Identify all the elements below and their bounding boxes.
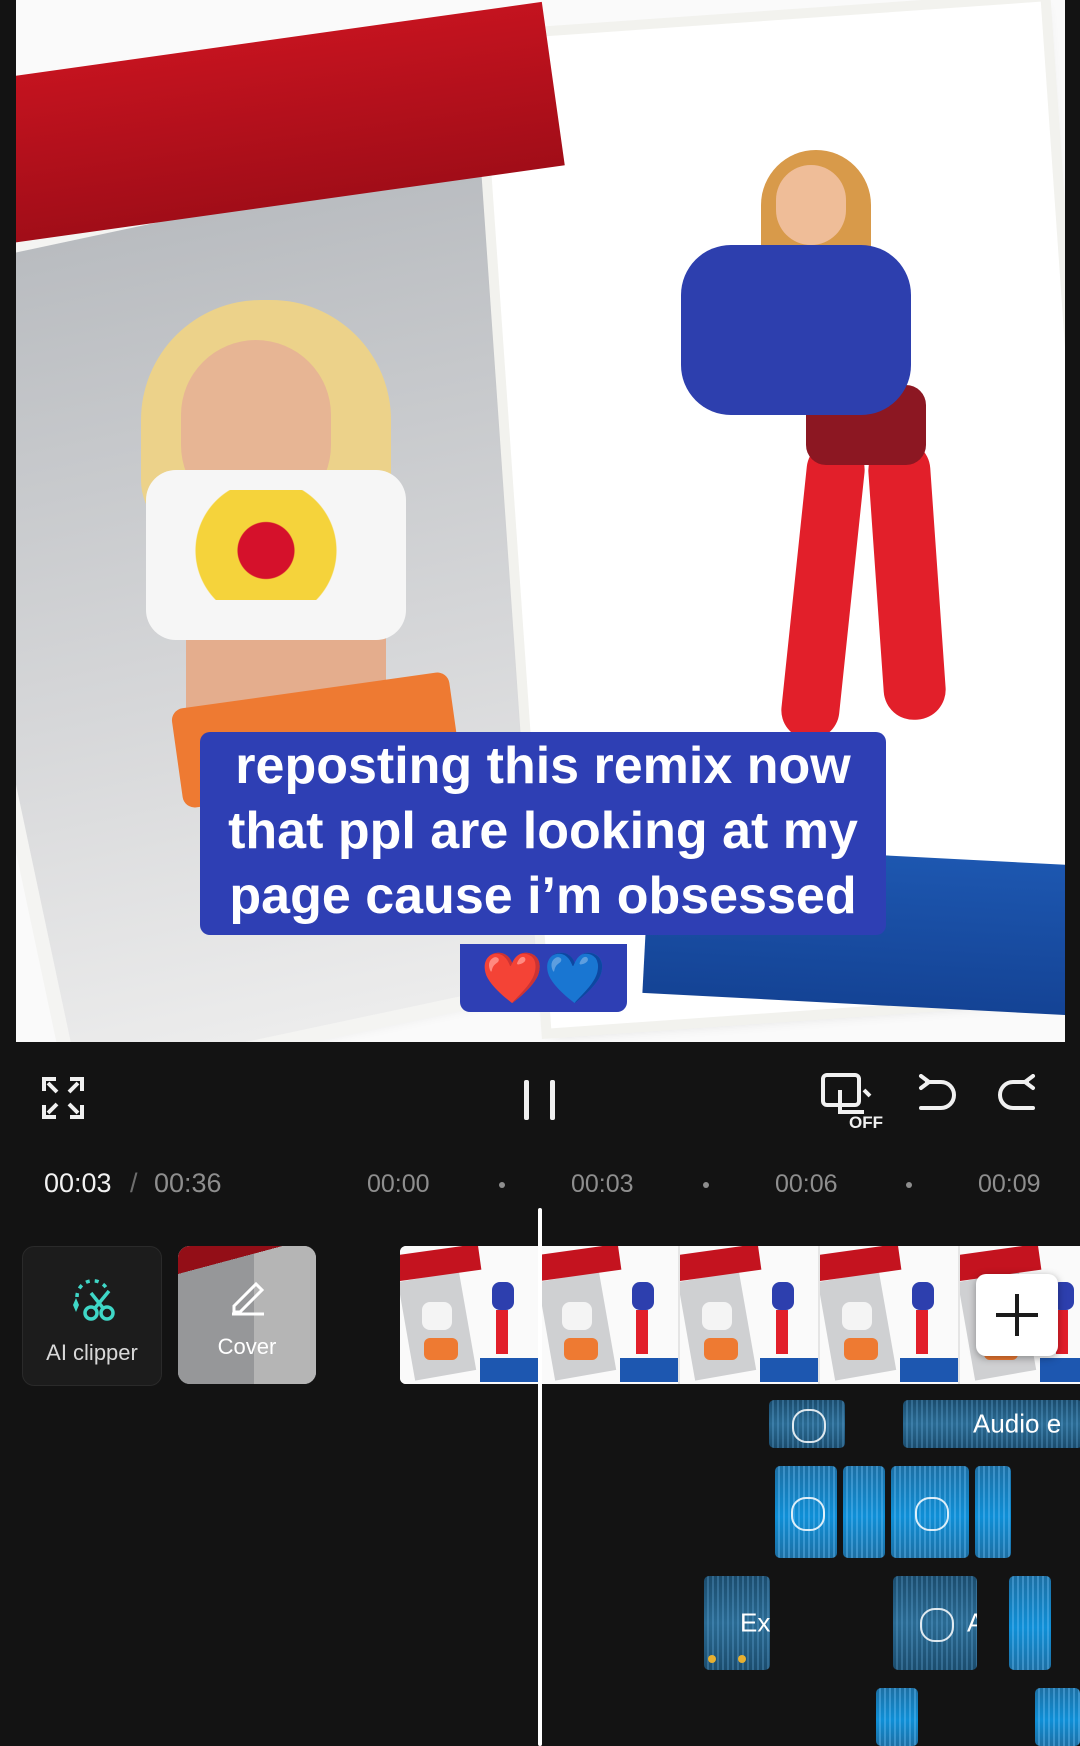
add-clip-button[interactable] — [976, 1274, 1058, 1356]
current-time: 00:03 — [44, 1168, 112, 1198]
caption-line: reposting this remix now — [235, 737, 851, 795]
player-controls: OFF — [0, 1042, 1080, 1157]
pause-icon[interactable] — [520, 1078, 560, 1122]
audio-clip[interactable] — [1035, 1688, 1080, 1746]
ai-clipper-scissors-icon — [73, 1279, 115, 1321]
clip-markers — [708, 1650, 768, 1668]
video-frame-thumbnail — [820, 1246, 960, 1384]
caption-line: page cause i’m obsessed — [229, 867, 857, 925]
ai-clipper-button[interactable]: AI clipper — [22, 1246, 162, 1386]
audio-clip[interactable]: Audio e — [903, 1400, 1080, 1448]
audio-clip-label: A — [967, 1607, 977, 1638]
cover-label: Cover — [217, 1334, 277, 1359]
audio-clip[interactable]: A — [893, 1576, 977, 1670]
undo-icon[interactable] — [915, 1074, 957, 1120]
ruler-tick-label: 00:09 — [978, 1170, 1041, 1198]
total-duration: 00:36 — [154, 1168, 222, 1198]
time-separator: / — [130, 1168, 138, 1198]
audio-clip-label: Ex — [740, 1607, 770, 1638]
audio-wave-icon — [792, 1409, 826, 1443]
audio-clip[interactable] — [775, 1466, 837, 1558]
ruler-tick-label: 00:06 — [775, 1170, 838, 1198]
audio-wave-icon — [920, 1608, 954, 1642]
cover-button[interactable]: Cover — [178, 1246, 316, 1384]
audio-clip-label: Audio e — [973, 1408, 1062, 1439]
audio-clip[interactable] — [769, 1400, 845, 1448]
audio-clip[interactable] — [1009, 1576, 1051, 1670]
expand-icon[interactable] — [40, 1075, 86, 1121]
ruler-dot — [906, 1182, 912, 1188]
audio-clip-extract[interactable]: Ex — [704, 1576, 770, 1670]
edit-pencil-icon — [232, 1281, 265, 1316]
caption-line: that ppl are looking at my — [228, 802, 858, 860]
video-frame-thumbnail — [680, 1246, 820, 1384]
ai-clipper-label: AI clipper — [46, 1340, 138, 1365]
keyframe-off-icon[interactable]: OFF — [820, 1072, 890, 1132]
caption-text-overlay[interactable]: reposting this remix now that ppl are lo… — [200, 732, 886, 935]
redo-icon[interactable] — [997, 1074, 1039, 1120]
caption-emoji: ❤️💙 — [460, 944, 627, 1012]
ruler-tick-label: 00:00 — [367, 1170, 430, 1198]
figure-left-shirt-print — [176, 490, 356, 600]
audio-wave-icon — [915, 1497, 949, 1531]
audio-clip[interactable] — [876, 1688, 918, 1746]
figure-right-sweater — [681, 245, 911, 415]
figure-right-face — [776, 165, 846, 245]
audio-wave-icon — [791, 1497, 825, 1531]
ruler-tick-label: 00:03 — [571, 1170, 634, 1198]
audio-clip[interactable] — [843, 1466, 885, 1558]
ruler-dot — [703, 1182, 709, 1188]
ruler-dot — [499, 1182, 505, 1188]
playhead[interactable] — [538, 1208, 542, 1746]
audio-clip[interactable] — [975, 1466, 1011, 1558]
video-frame-thumbnail — [540, 1246, 680, 1384]
video-frame-thumbnail — [400, 1246, 540, 1384]
audio-clip[interactable] — [891, 1466, 969, 1558]
keyframe-state-label: OFF — [849, 1113, 883, 1132]
